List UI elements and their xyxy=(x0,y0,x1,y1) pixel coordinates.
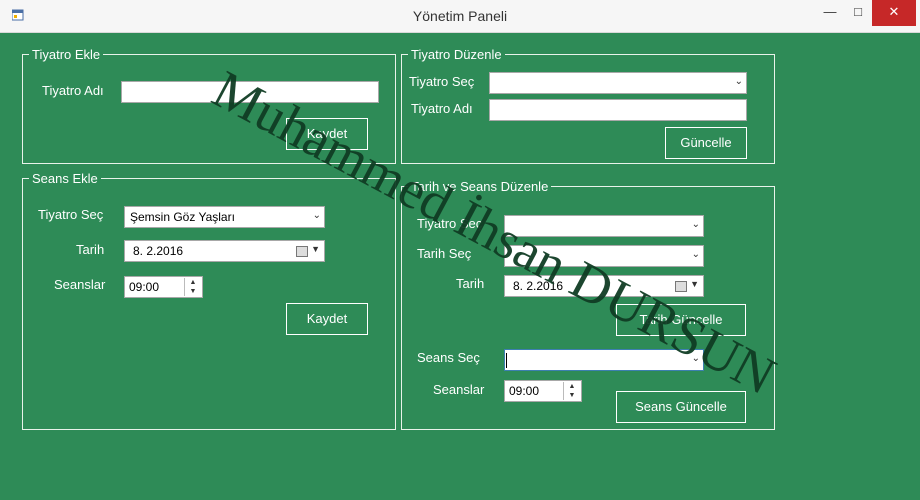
tiyatro-sec-combo[interactable]: Şemsin Göz Yaşları ⌄ xyxy=(124,206,325,228)
time-value: 09:00 xyxy=(129,280,160,294)
chevron-down-icon: ▼ xyxy=(690,279,699,289)
seans-time-spinner[interactable]: 09:00 ▲ ▼ xyxy=(504,380,582,402)
spin-up-icon[interactable]: ▲ xyxy=(185,278,201,287)
combo-value: Şemsin Göz Yaşları xyxy=(130,210,235,224)
seans-time-spinner[interactable]: 09:00 ▲ ▼ xyxy=(124,276,203,298)
group-legend: Tiyatro Ekle xyxy=(29,47,104,62)
date-value: 8. 2.2016 xyxy=(133,244,184,258)
spin-up-icon[interactable]: ▲ xyxy=(564,382,580,391)
tarih-label: Tarih xyxy=(456,276,485,291)
spinner-buttons[interactable]: ▲ ▼ xyxy=(184,278,201,296)
minimize-icon[interactable]: — xyxy=(816,0,844,26)
chevron-down-icon: ⌄ xyxy=(312,210,321,221)
maximize-icon[interactable]: □ xyxy=(844,0,872,26)
tiyatro-sec-label: Tiyatro Seç xyxy=(38,207,104,222)
text-cursor xyxy=(506,353,507,368)
guncelle-button[interactable]: Güncelle xyxy=(665,127,747,159)
spinner-buttons[interactable]: ▲ ▼ xyxy=(563,382,580,400)
group-legend: Tiyatro Düzenle xyxy=(408,47,505,62)
time-value: 09:00 xyxy=(509,384,540,398)
window-title: Yönetim Paneli xyxy=(412,8,508,24)
tiyatro-adi-label: Tiyatro Adı xyxy=(411,101,473,116)
tiyatro-adi-label: Tiyatro Adı xyxy=(42,83,104,98)
close-icon[interactable]: ✕ xyxy=(872,0,916,26)
tiyatro-adi-input[interactable] xyxy=(489,99,747,121)
title-bar: Yönetim Paneli — □ ✕ xyxy=(0,0,920,33)
chevron-down-icon: ▼ xyxy=(311,244,320,254)
seans-kaydet-button[interactable]: Kaydet xyxy=(286,303,368,335)
group-legend: Seans Ekle xyxy=(29,171,101,186)
seans-guncelle-button[interactable]: Seans Güncelle xyxy=(616,391,746,423)
seanslar-label: Seanslar xyxy=(54,277,106,292)
tiyatro-sec-combo[interactable]: ⌄ xyxy=(489,72,747,94)
calendar-icon xyxy=(296,246,308,257)
chevron-down-icon: ⌄ xyxy=(734,76,743,87)
tarih-date-picker[interactable]: 8. 2.2016 ▼ xyxy=(124,240,325,262)
spin-down-icon[interactable]: ▼ xyxy=(564,391,580,400)
calendar-icon xyxy=(675,281,687,292)
seanslar-label: Seanslar xyxy=(433,382,485,397)
chevron-down-icon: ⌄ xyxy=(691,219,700,230)
seans-sec-label: Seans Seç xyxy=(417,350,480,365)
tiyatro-sec-label: Tiyatro Seç xyxy=(409,74,475,89)
spin-down-icon[interactable]: ▼ xyxy=(185,287,201,296)
tarih-label: Tarih xyxy=(76,242,105,257)
chevron-down-icon: ⌄ xyxy=(691,249,700,260)
